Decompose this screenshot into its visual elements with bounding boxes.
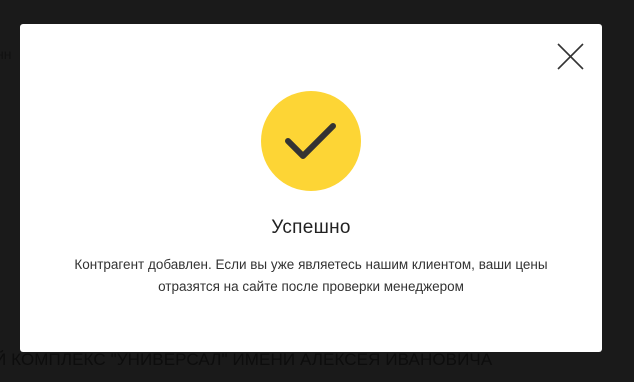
modal-title: Успешно [271,217,351,238]
close-button[interactable] [557,43,584,70]
success-modal: Успешно Контрагент добавлен. Если вы уже… [20,24,602,352]
close-icon[interactable] [557,43,584,70]
background-company-title: Й КОМПЛЕКС "УНИВЕРСАЛ" ИМЕНИ АЛЕКСЕЯ ИВА… [0,350,493,369]
background-text-top: нн [0,46,12,62]
check-icon [285,123,336,159]
modal-message: Контрагент добавлен. Если вы уже являете… [74,257,548,294]
success-badge [261,91,361,191]
